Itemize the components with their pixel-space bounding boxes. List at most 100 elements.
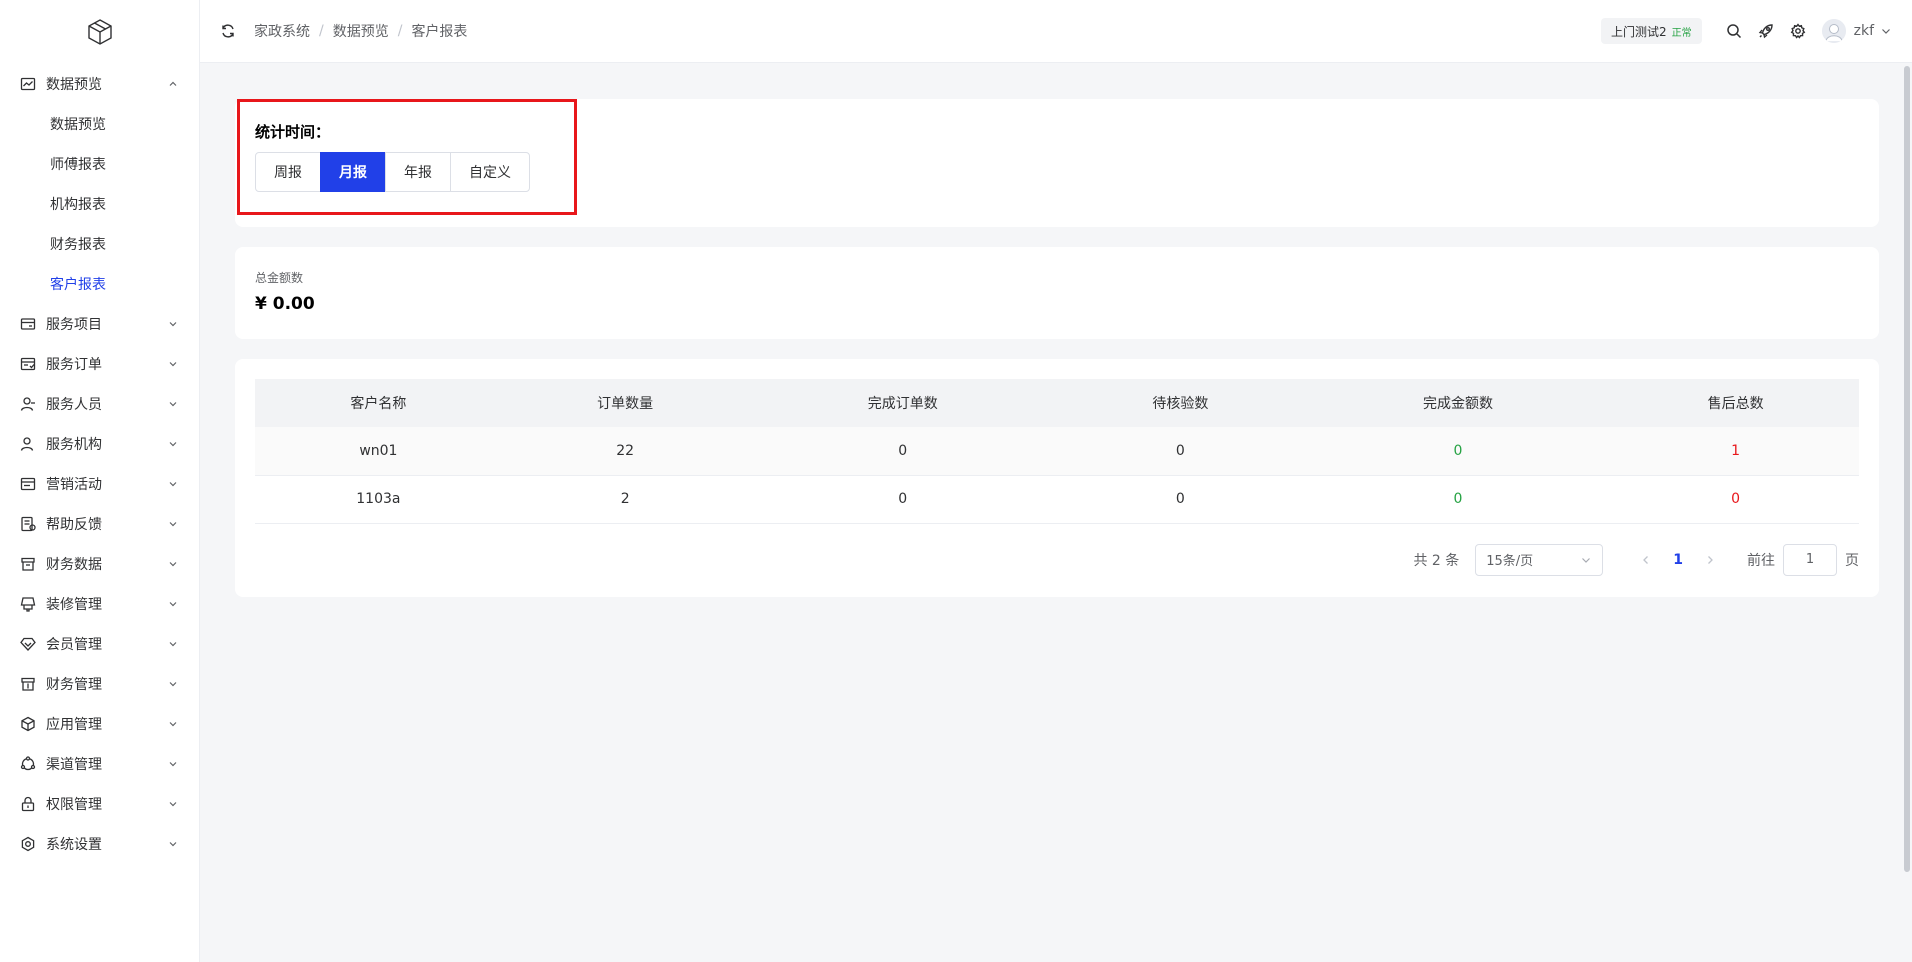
chevron-down-icon <box>167 718 179 730</box>
customer-report-table: 客户名称 订单数量 完成订单数 待核验数 完成金额数 售后总数 wn01 22 … <box>255 379 1859 524</box>
store-status-badge: 正常 <box>1671 27 1692 39</box>
page-suffix-label: 页 <box>1845 552 1859 569</box>
column-header-completed-orders: 完成订单数 <box>867 396 938 412</box>
cell-completed-amount: 0 <box>1303 427 1613 476</box>
channel-icon <box>20 756 36 772</box>
chevron-down-icon <box>167 438 179 450</box>
prev-page-icon[interactable] <box>1639 553 1653 567</box>
sidebar-item-members[interactable]: 会员管理 <box>0 624 199 664</box>
user-icon <box>20 396 36 412</box>
submenu-item-org-report[interactable]: 机构报表 <box>0 184 199 224</box>
column-header-after-sales: 售后总数 <box>1707 396 1764 412</box>
sidebar-item-finance-manage[interactable]: 财务管理 <box>0 664 199 704</box>
breadcrumb-separator: / <box>319 23 324 39</box>
chevron-down-icon <box>167 398 179 410</box>
chevron-down-icon <box>167 318 179 330</box>
goto-page-input[interactable] <box>1783 543 1837 576</box>
order-icon <box>20 356 36 372</box>
sidebar-item-permissions[interactable]: 权限管理 <box>0 784 199 824</box>
store-name: 上门测试2 <box>1610 24 1667 39</box>
sidebar-item-service-orders[interactable]: 服务订单 <box>0 344 199 384</box>
page-size-value: 15条/页 <box>1486 554 1534 569</box>
chevron-down-icon <box>167 838 179 850</box>
sidebar-item-apps[interactable]: 应用管理 <box>0 704 199 744</box>
chevron-down-icon <box>167 798 179 810</box>
rocket-icon[interactable] <box>1758 23 1774 39</box>
breadcrumb: 家政系统 / 数据预览 / 客户报表 <box>254 21 467 41</box>
sidebar-item-help-feedback[interactable]: 帮助反馈 <box>0 504 199 544</box>
goto-label: 前往 <box>1747 552 1775 569</box>
submenu-item-customer-report[interactable]: 客户报表 <box>0 264 199 304</box>
avatar[interactable] <box>1821 19 1846 43</box>
column-header-completed-amount: 完成金额数 <box>1422 396 1493 412</box>
cell-completed-orders: 0 <box>748 475 1057 524</box>
pagination: 共 2 条 15条/页 1 前往 页 <box>255 543 1859 576</box>
sidebar-item-service-org[interactable]: 服务机构 <box>0 424 199 464</box>
top-header: 家政系统 / 数据预览 / 客户报表 上门测试2 正常 zkf <box>200 0 1912 63</box>
cell-order-count: 2 <box>501 475 749 524</box>
cell-after-sales: 1 <box>1612 427 1859 476</box>
total-amount-card: 总金额数 ¥ 0.00 <box>235 247 1879 339</box>
period-option-custom[interactable]: 自定义 <box>450 152 530 192</box>
decoration-icon <box>20 596 36 612</box>
sidebar-item-channels[interactable]: 渠道管理 <box>0 744 199 784</box>
sidebar-menu: 数据预览 数据预览 师傅报表 机构报表 财务报表 客户报表 服务项目 服务订单 … <box>0 64 199 864</box>
settings-icon <box>20 836 36 852</box>
period-option-yearly[interactable]: 年报 <box>385 152 451 192</box>
table-header-row: 客户名称 订单数量 完成订单数 待核验数 完成金额数 售后总数 <box>255 379 1859 427</box>
finance-data-icon <box>20 556 36 572</box>
breadcrumb-item-current: 客户报表 <box>411 24 468 40</box>
marketing-icon <box>20 476 36 492</box>
chevron-down-icon <box>167 678 179 690</box>
column-header-pending-verify: 待核验数 <box>1152 396 1209 412</box>
username[interactable]: zkf <box>1854 23 1874 39</box>
breadcrumb-item-data-preview[interactable]: 数据预览 <box>333 21 389 41</box>
finance-manage-icon <box>20 676 36 692</box>
table-row[interactable]: wn01 22 0 0 0 1 <box>255 427 1859 476</box>
app-logo[interactable] <box>0 0 199 64</box>
period-option-weekly[interactable]: 周报 <box>255 152 321 192</box>
sidebar: 数据预览 数据预览 师傅报表 机构报表 财务报表 客户报表 服务项目 服务订单 … <box>0 0 200 962</box>
org-user-icon <box>20 436 36 452</box>
page-size-select[interactable]: 15条/页 <box>1475 543 1604 576</box>
feedback-icon <box>20 516 36 532</box>
total-amount-label: 总金额数 <box>255 271 304 285</box>
submenu-item-finance-report[interactable]: 财务报表 <box>0 224 199 264</box>
cube-logo-icon <box>87 19 112 45</box>
sidebar-item-service-staff[interactable]: 服务人员 <box>0 384 199 424</box>
page-scrollbar[interactable] <box>1904 66 1910 872</box>
member-diamond-icon <box>20 636 36 652</box>
customer-report-table-card: 客户名称 订单数量 完成订单数 待核验数 完成金额数 售后总数 wn01 22 … <box>235 359 1879 597</box>
chart-line-icon <box>20 76 36 92</box>
search-icon[interactable] <box>1726 23 1742 39</box>
store-switcher[interactable]: 上门测试2 正常 <box>1600 18 1702 44</box>
breadcrumb-item-home[interactable]: 家政系统 <box>254 21 310 41</box>
sidebar-item-service-items[interactable]: 服务项目 <box>0 304 199 344</box>
time-filter-card: 统计时间： 周报 月报 年报 自定义 <box>235 99 1879 227</box>
cell-completed-amount: 0 <box>1303 475 1613 524</box>
chevron-down-icon <box>167 758 179 770</box>
sidebar-item-system-settings[interactable]: 系统设置 <box>0 824 199 864</box>
cell-order-count: 22 <box>501 427 749 476</box>
cell-after-sales: 0 <box>1612 475 1859 524</box>
filter-title: 统计时间： <box>255 123 331 141</box>
total-amount-value: ¥ 0.00 <box>255 294 315 314</box>
sidebar-item-data-preview[interactable]: 数据预览 <box>0 64 199 104</box>
chevron-down-icon <box>167 638 179 650</box>
chevron-down-icon[interactable] <box>1880 25 1892 37</box>
sidebar-item-finance-data[interactable]: 财务数据 <box>0 544 199 584</box>
cell-customer-name: wn01 <box>255 427 502 476</box>
next-page-icon[interactable] <box>1703 553 1717 567</box>
submenu-item-master-report[interactable]: 师傅报表 <box>0 144 199 184</box>
refresh-icon[interactable] <box>220 23 236 39</box>
cell-completed-orders: 0 <box>748 427 1057 476</box>
page-number-current[interactable]: 1 <box>1673 552 1683 568</box>
period-option-monthly[interactable]: 月报 <box>320 152 386 192</box>
gear-icon[interactable] <box>1790 23 1806 39</box>
column-header-customer-name: 客户名称 <box>350 396 407 412</box>
sidebar-item-decoration[interactable]: 装修管理 <box>0 584 199 624</box>
main-content: 统计时间： 周报 月报 年报 自定义 总金额数 ¥ 0.00 客户名称 订单数量… <box>200 63 1903 962</box>
table-row[interactable]: 1103a 2 0 0 0 0 <box>255 475 1859 524</box>
submenu-item-data-preview[interactable]: 数据预览 <box>0 104 199 144</box>
sidebar-item-marketing[interactable]: 营销活动 <box>0 464 199 504</box>
